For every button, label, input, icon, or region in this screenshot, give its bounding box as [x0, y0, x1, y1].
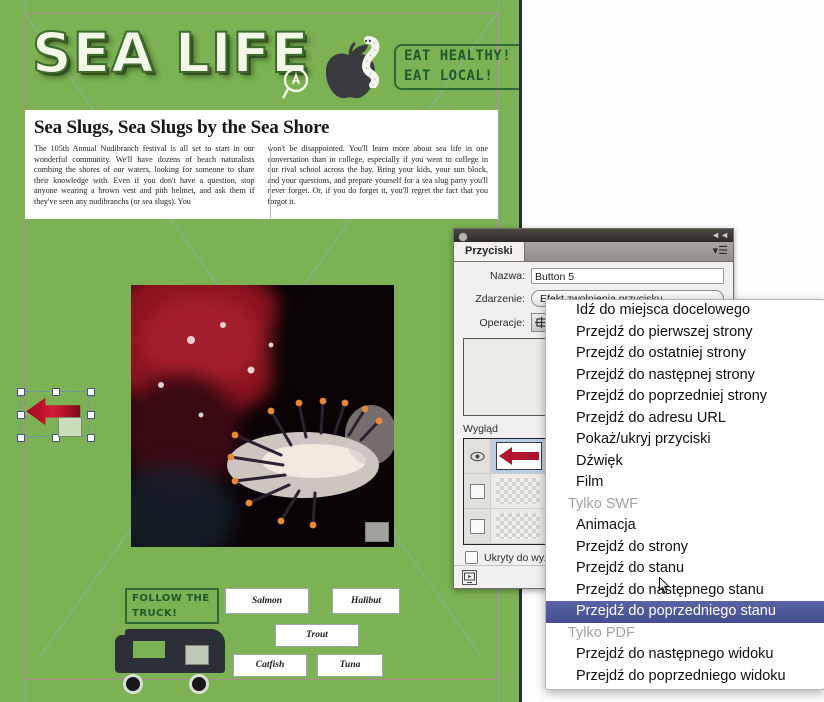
- selection-handle[interactable]: [17, 388, 25, 396]
- header-group[interactable]: SEA LIFE EAT HEALTHY! EAT LOCAL!: [26, 21, 519, 99]
- menu-item-go-to-next-state[interactable]: Przejdź do następnego stanu: [546, 580, 824, 602]
- panel-close-icon[interactable]: [458, 232, 468, 242]
- menu-item-animation[interactable]: Animacja: [546, 515, 824, 537]
- visibility-toggle[interactable]: [464, 439, 491, 473]
- menu-item-go-to-state[interactable]: Przejdź do stanu: [546, 558, 824, 580]
- menu-item-go-to-next-view[interactable]: Przejdź do następnego widoku: [546, 644, 824, 666]
- banner-line-2: TRUCK!: [132, 608, 178, 619]
- tab-przyciski[interactable]: Przyciski: [454, 242, 525, 261]
- eye-icon: [469, 451, 485, 461]
- appearance-thumbnail: [496, 442, 542, 470]
- menu-section-pdf-only: Tylko PDF: [568, 624, 635, 641]
- fish-label-trout[interactable]: Trout: [275, 624, 359, 647]
- selection-handle[interactable]: [17, 411, 25, 419]
- menu-item-go-to-destination[interactable]: Idź do miejsca docelowego: [546, 300, 824, 322]
- article-column-2: won't be disappointed. You'll learn more…: [267, 144, 489, 206]
- selection-handle[interactable]: [52, 388, 60, 396]
- nudibranch-body: [158, 322, 394, 529]
- menu-item-go-to-page[interactable]: Przejdź do strony: [546, 537, 824, 559]
- mouse-cursor-icon: [659, 577, 670, 594]
- button-badge-icon: [365, 522, 389, 542]
- speech-bubble: EAT HEALTHY! EAT LOCAL!: [394, 44, 519, 90]
- page-title: SEA LIFE: [31, 21, 310, 85]
- hidden-until-triggered-checkbox[interactable]: [465, 551, 478, 564]
- fish-label-halibut[interactable]: Halibut: [332, 588, 400, 614]
- arrow-left-icon: [499, 447, 539, 465]
- article-column-1: The 105th Annual Nudibranch festival is …: [34, 144, 255, 206]
- visibility-toggle[interactable]: [464, 509, 491, 543]
- panel-titlebar[interactable]: ◄◄: [454, 229, 733, 242]
- name-label: Nazwa:: [489, 270, 525, 282]
- fish-label-catfish[interactable]: Catfish: [233, 654, 307, 677]
- arrow-button-object[interactable]: [17, 388, 95, 442]
- empty-eye-icon: [469, 518, 485, 534]
- follow-the-truck-banner: FOLLOW THE TRUCK!: [125, 588, 219, 624]
- selection-handle[interactable]: [17, 434, 25, 442]
- menu-item-go-to-first-page[interactable]: Przejdź do pierwszej strony: [546, 322, 824, 344]
- event-label: Zdarzenie:: [475, 292, 525, 305]
- name-input[interactable]: Button 5: [531, 268, 724, 284]
- button-badge-icon: [58, 417, 82, 437]
- fish-label-tuna[interactable]: Tuna: [317, 654, 383, 677]
- menu-item-sound[interactable]: Dźwięk: [546, 451, 824, 473]
- name-field-row: Nazwa: Button 5: [463, 268, 724, 284]
- selection-handle[interactable]: [87, 411, 95, 419]
- appearance-thumbnail: [496, 513, 540, 539]
- menu-item-go-to-previous-state[interactable]: Przejdź do poprzedniego stanu: [546, 601, 824, 623]
- article-text-frame[interactable]: Sea Slugs, Sea Slugs by the Sea Shore Th…: [25, 110, 498, 219]
- menu-item-video[interactable]: Film: [546, 472, 824, 494]
- panel-collapse-icon[interactable]: ◄◄: [711, 231, 729, 240]
- article-headline: Sea Slugs, Sea Slugs by the Sea Shore: [34, 117, 330, 138]
- menu-item-go-to-next-page[interactable]: Przejdź do następnej strony: [546, 365, 824, 387]
- menu-section-swf-only: Tylko SWF: [568, 495, 639, 512]
- column-divider: [270, 144, 271, 218]
- actions-dropdown-menu[interactable]: Idź do miejsca docelowego Przejdź do pie…: [545, 299, 824, 690]
- menu-item-open-file[interactable]: Otwórz plik: [546, 687, 824, 689]
- speech-line-2: EAT LOCAL!: [404, 68, 494, 84]
- food-truck-group[interactable]: FOLLOW THE TRUCK! Salmon Halibut Trout C…: [115, 583, 400, 694]
- visibility-toggle[interactable]: [464, 474, 491, 508]
- menu-item-go-to-last-page[interactable]: Przejdź do ostatniej strony: [546, 343, 824, 365]
- worm-icon: [362, 36, 380, 88]
- magnifier-icon: [282, 67, 309, 99]
- panel-flyout-menu-icon[interactable]: ▾☰: [713, 245, 728, 257]
- menu-item-go-to-previous-view[interactable]: Przejdź do poprzedniego widoku: [546, 666, 824, 688]
- preview-glyph-icon: [464, 572, 475, 583]
- selection-handle[interactable]: [87, 388, 95, 396]
- selection-handle[interactable]: [87, 434, 95, 442]
- speech-line-1: EAT HEALTHY!: [404, 48, 512, 64]
- appearance-thumbnail: [496, 478, 540, 504]
- nudibranch-photo[interactable]: [131, 285, 394, 547]
- truck-wheel: [189, 674, 209, 694]
- panel-tabbar[interactable]: Przyciski ▾☰: [454, 242, 733, 262]
- menu-item-go-to-previous-page[interactable]: Przejdź do poprzedniej strony: [546, 386, 824, 408]
- truck-window: [133, 641, 165, 658]
- truck-button-badge-icon: [185, 645, 209, 665]
- menu-item-show-hide-buttons[interactable]: Pokaż/ukryj przyciski: [546, 429, 824, 451]
- banner-line-1: FOLLOW THE: [132, 593, 210, 604]
- empty-eye-icon: [469, 483, 485, 499]
- truck-wheel: [123, 674, 143, 694]
- actions-label: Operacje:: [479, 316, 525, 329]
- document-canvas[interactable]: SEA LIFE EAT HEALTHY! EAT LOCAL! Sea Slu…: [0, 0, 519, 702]
- menu-item-go-to-url[interactable]: Przejdź do adresu URL: [546, 408, 824, 430]
- preview-icon[interactable]: [462, 570, 477, 585]
- fish-label-salmon[interactable]: Salmon: [225, 588, 309, 614]
- article-columns: The 105th Annual Nudibranch festival is …: [34, 144, 488, 208]
